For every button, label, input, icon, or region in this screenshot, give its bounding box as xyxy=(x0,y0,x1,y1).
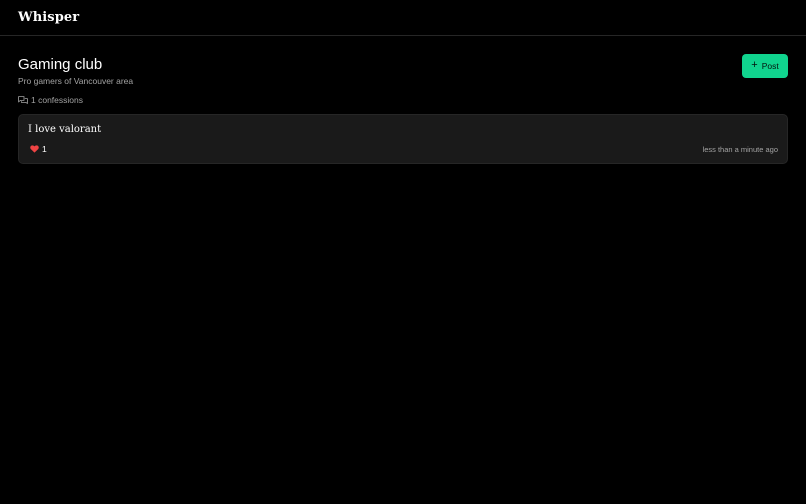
post-button[interactable]: + Post xyxy=(742,54,788,78)
club-description: Pro gamers of Vancouver area xyxy=(18,76,134,86)
club-page: Gaming club Pro gamers of Vancouver area… xyxy=(0,36,806,164)
plus-icon: + xyxy=(751,59,758,71)
post-button-label: Post xyxy=(761,61,779,71)
club-info: Gaming club Pro gamers of Vancouver area… xyxy=(18,54,133,105)
like-button[interactable]: 1 xyxy=(30,144,47,154)
heart-icon xyxy=(30,145,39,153)
like-count: 1 xyxy=(42,144,47,154)
confession-text: I love valorant xyxy=(28,124,102,135)
top-bar: Whisper xyxy=(0,0,806,36)
page-title: Gaming club xyxy=(18,56,103,73)
confessions-count-label: 1 confessions xyxy=(31,95,83,105)
confession-footer: 1 less than a minute ago xyxy=(30,144,778,154)
brand-logo[interactable]: Whisper xyxy=(18,10,79,25)
club-header: Gaming club Pro gamers of Vancouver area… xyxy=(18,54,788,105)
confession-card[interactable]: I love valorant 1 less than a minute ago xyxy=(18,114,788,164)
confession-timestamp: less than a minute ago xyxy=(702,144,778,154)
confessions-count: 1 confessions xyxy=(18,95,133,105)
chat-bubbles-icon xyxy=(18,95,28,105)
